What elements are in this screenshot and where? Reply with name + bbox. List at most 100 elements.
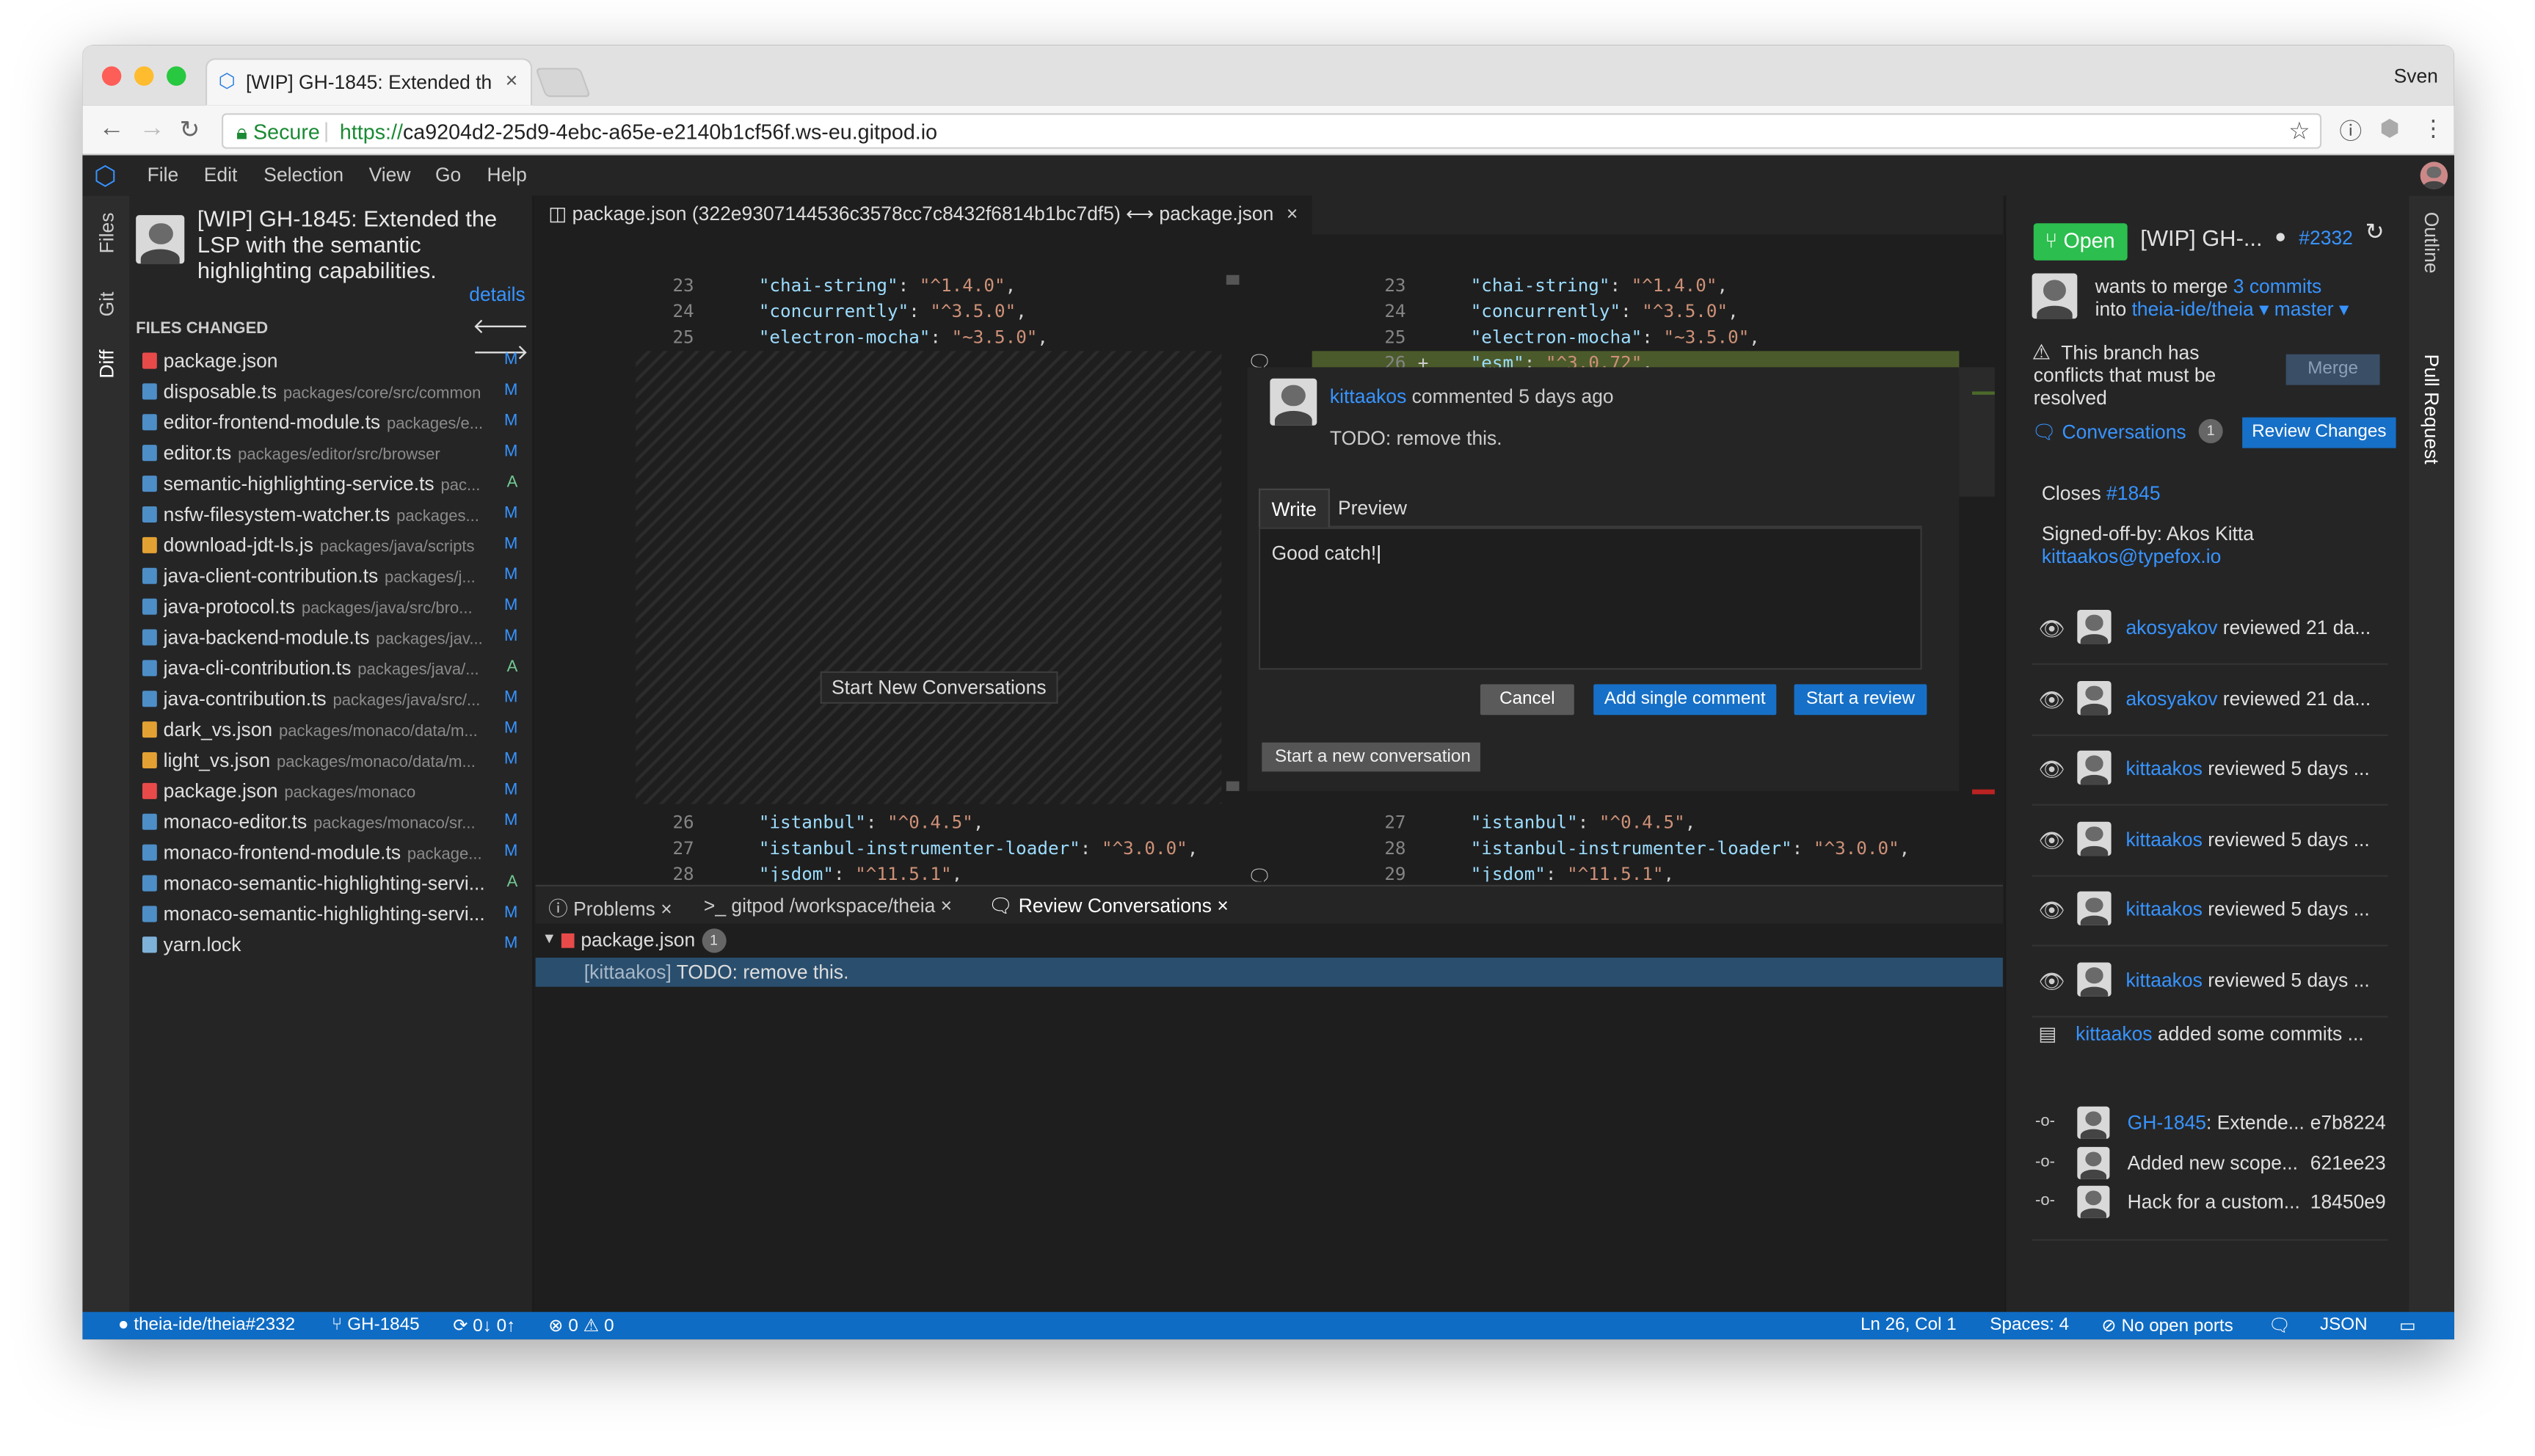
file-row[interactable]: monaco-semantic-highlighting-servi... A bbox=[129, 869, 534, 900]
add-comment-icon-2[interactable]: 🗨︎ bbox=[1248, 865, 1273, 881]
new-tab-button[interactable] bbox=[535, 68, 592, 98]
secure-indicator[interactable]: 🔒︎ Secure bbox=[236, 120, 320, 145]
details-link[interactable]: details bbox=[469, 283, 525, 306]
file-row[interactable]: disposable.ts packages/core/src/common M bbox=[129, 377, 534, 408]
file-row[interactable]: java-contribution.ts packages/java/src/..… bbox=[129, 684, 534, 715]
eye-icon[interactable]: 👁︎ bbox=[2038, 898, 2065, 924]
file-row[interactable]: java-protocol.ts packages/java/src/bro...… bbox=[129, 592, 534, 623]
file-row[interactable]: editor.ts packages/editor/src/browser M bbox=[129, 438, 534, 469]
start-review-button[interactable]: Start a review bbox=[1794, 684, 1927, 716]
eye-icon[interactable]: 👁︎ bbox=[2038, 687, 2065, 713]
pr-number-link[interactable]: #2332 bbox=[2299, 227, 2353, 250]
file-row[interactable]: yarn.lock M bbox=[129, 930, 534, 961]
close-tab-icon[interactable]: × bbox=[506, 68, 518, 92]
forward-icon[interactable]: → bbox=[139, 115, 165, 145]
commit-row[interactable]: -o- GH-1845: Extende... e7b8224 bbox=[2032, 1105, 2388, 1144]
file-row[interactable]: monaco-frontend-module.ts package... M bbox=[129, 838, 534, 869]
merge-button[interactable]: Merge bbox=[2285, 354, 2380, 385]
tab-review-conversations[interactable]: 🗨︎ Review Conversations × bbox=[989, 895, 1229, 917]
commit-sha[interactable]: 18450e9 bbox=[2310, 1190, 2386, 1213]
tab-pull-request[interactable]: Pull Request bbox=[2421, 338, 2443, 481]
minimize-window-button[interactable] bbox=[134, 66, 154, 86]
close-problems-icon[interactable]: × bbox=[661, 898, 672, 920]
file-row[interactable]: light_vs.json packages/monaco/data/m... M bbox=[129, 746, 534, 776]
tab-files[interactable]: Files bbox=[95, 208, 118, 257]
url-field[interactable]: 🔒︎ Secure | https://ca9204d2-25d9-4ebc-a… bbox=[221, 113, 2322, 149]
eye-icon[interactable]: 👁︎ bbox=[2038, 616, 2065, 642]
conversations-link[interactable]: 🗨︎ Conversations bbox=[2032, 421, 2186, 443]
file-row[interactable]: nsfw-filesystem-watcher.ts packages... M bbox=[129, 500, 534, 531]
status-cursor[interactable]: Ln 26, Col 1 bbox=[1861, 1315, 1957, 1334]
status-repo[interactable]: ● theia-ide/theia#2332 bbox=[118, 1315, 295, 1334]
chrome-menu-icon[interactable]: ⋮ bbox=[2422, 115, 2445, 142]
file-row[interactable]: java-client-contribution.ts packages/j...… bbox=[129, 561, 534, 592]
file-row[interactable]: monaco-semantic-highlighting-servi... M bbox=[129, 900, 534, 931]
eye-icon[interactable]: 👁︎ bbox=[2038, 828, 2065, 853]
file-row[interactable]: semantic-highlighting-service.ts pac... A bbox=[129, 469, 534, 500]
browser-tab[interactable]: ⬡ [WIP] GH-1845: Extended the × bbox=[205, 58, 533, 106]
close-terminal-icon[interactable]: × bbox=[941, 895, 952, 917]
layout-toggle-icon[interactable]: ▭ bbox=[2399, 1315, 2416, 1336]
file-row[interactable]: dark_vs.json packages/monaco/data/m... M bbox=[129, 715, 534, 746]
tab-preview[interactable]: Preview bbox=[1327, 489, 1419, 528]
menu-edit[interactable]: Edit bbox=[204, 164, 238, 186]
maximize-window-button[interactable] bbox=[167, 66, 186, 86]
expand-chevron-icon[interactable]: ▼ bbox=[542, 930, 556, 946]
email-link[interactable]: kittaakos@typefox.io bbox=[2042, 545, 2221, 568]
status-language[interactable]: JSON bbox=[2320, 1315, 2368, 1334]
arrow-left-icon[interactable]: 🡐 bbox=[473, 314, 529, 338]
file-row[interactable]: monaco-editor.ts packages/monaco/sr... M bbox=[129, 807, 534, 838]
menu-view[interactable]: View bbox=[369, 164, 411, 186]
profile-name[interactable]: Sven bbox=[2394, 65, 2438, 87]
eye-icon[interactable]: 👁︎ bbox=[2038, 969, 2065, 994]
reviewer-link[interactable]: kittaakos bbox=[2125, 757, 2202, 780]
diff-editor[interactable]: 23 "chai-string": "^1.4.0", 24 "concurrentl… bbox=[535, 234, 2003, 882]
review-changes-button[interactable]: Review Changes bbox=[2242, 417, 2396, 448]
right-scrollbar[interactable] bbox=[1959, 367, 1995, 497]
cancel-button[interactable]: Cancel bbox=[1480, 684, 1574, 716]
status-indentation[interactable]: Spaces: 4 bbox=[1990, 1315, 2069, 1334]
menu-go[interactable]: Go bbox=[435, 164, 461, 186]
status-problems[interactable]: ⊗ 0 ⚠ 0 bbox=[548, 1315, 614, 1336]
commit-row[interactable]: -o- Hack for a custom... 18450e9 bbox=[2032, 1184, 2388, 1223]
tab-problems[interactable]: ⓘ Problems × bbox=[548, 895, 672, 922]
tab-git[interactable]: Git bbox=[95, 280, 118, 328]
refresh-icon[interactable]: ↻ bbox=[2365, 219, 2385, 246]
base-branch-link[interactable]: master bbox=[2274, 298, 2334, 321]
commit-issue-link[interactable]: GH-1845 bbox=[2128, 1111, 2206, 1134]
eye-icon[interactable]: 👁︎ bbox=[2038, 757, 2065, 783]
back-icon[interactable]: ← bbox=[98, 115, 124, 145]
start-new-conversation-button[interactable]: Start a new conversation bbox=[1262, 742, 1480, 772]
comment-textarea[interactable]: Good catch!| bbox=[1258, 527, 1922, 670]
reviewer-link[interactable]: kittaakos bbox=[2125, 898, 2202, 921]
file-row[interactable]: package.json M bbox=[129, 346, 534, 377]
bookmark-star-icon[interactable]: ☆ bbox=[2288, 117, 2310, 145]
close-review-icon[interactable]: × bbox=[1217, 895, 1228, 917]
menu-file[interactable]: File bbox=[148, 164, 179, 186]
conversation-file-row[interactable]: ▼ package.json 1 bbox=[536, 927, 2003, 956]
file-row[interactable]: editor-frontend-module.ts packages/e... M bbox=[129, 407, 534, 438]
file-row[interactable]: java-cli-contribution.ts packages/java/..… bbox=[129, 654, 534, 685]
user-avatar[interactable] bbox=[2420, 161, 2448, 189]
comment-author-link[interactable]: kittaakos bbox=[1330, 385, 1406, 408]
commit-sha[interactable]: 621ee23 bbox=[2310, 1151, 2386, 1173]
file-row[interactable]: java-backend-module.ts packages/jav... M bbox=[129, 623, 534, 654]
status-sync[interactable]: ⟳ 0↓ 0↑ bbox=[453, 1315, 515, 1336]
tab-terminal[interactable]: >_ gitpod /workspace/theia × bbox=[704, 895, 952, 917]
editor-tab-package-json-diff[interactable]: ◫ package.json (322e9307144536c3578cc7c8… bbox=[535, 195, 1312, 235]
status-ports[interactable]: ⊘ No open ports bbox=[2101, 1315, 2233, 1336]
base-repo-link[interactable]: theia-ide/theia bbox=[2132, 298, 2254, 321]
menu-help[interactable]: Help bbox=[487, 164, 526, 186]
left-scroll-thumb[interactable] bbox=[1226, 274, 1240, 285]
reviewer-link[interactable]: kittaakos bbox=[2125, 828, 2202, 851]
github-icon[interactable]: ● bbox=[2274, 225, 2286, 247]
tab-diff[interactable]: Diff bbox=[95, 340, 118, 388]
menu-selection[interactable]: Selection bbox=[263, 164, 343, 186]
info-icon[interactable]: ⓘ bbox=[2339, 115, 2362, 148]
conversation-row[interactable]: [kittaakos] TODO: remove this. bbox=[535, 957, 2003, 987]
closes-issue-link[interactable]: #1845 bbox=[2106, 482, 2161, 505]
tab-write[interactable]: Write bbox=[1258, 488, 1330, 528]
commits-link[interactable]: 3 commits bbox=[2233, 275, 2322, 298]
commit-row[interactable]: -o- Added new scope... 621ee23 bbox=[2032, 1145, 2388, 1184]
commit-sha[interactable]: e7b8224 bbox=[2310, 1111, 2386, 1134]
